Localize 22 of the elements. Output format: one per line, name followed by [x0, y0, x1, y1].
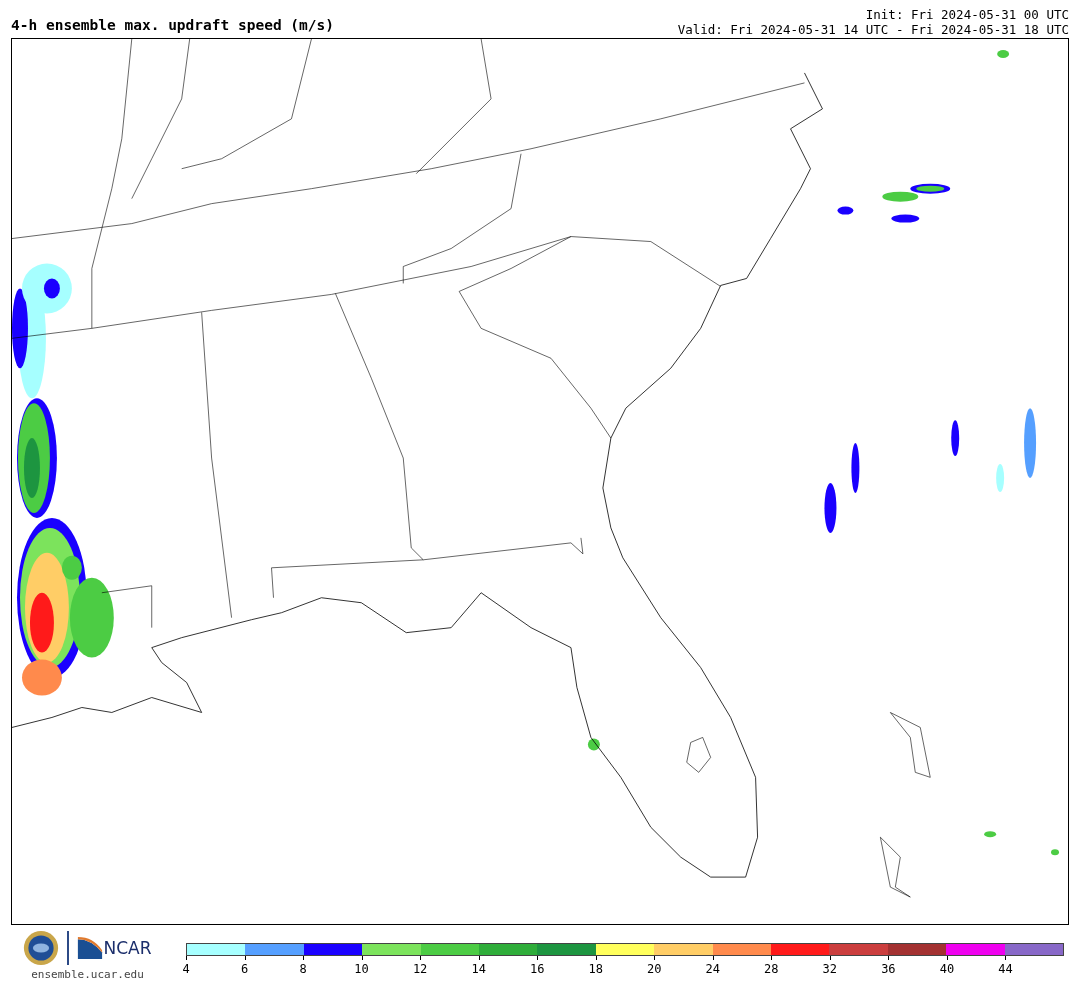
- site-url: ensemble.ucar.edu: [31, 968, 144, 981]
- tick-label: 16: [528, 962, 546, 976]
- tick-label: 40: [938, 962, 956, 976]
- init-time: Init: Fri 2024-05-31 00 UTC: [865, 7, 1069, 22]
- tick-label: 4: [181, 962, 191, 976]
- tick-label: 10: [353, 962, 370, 976]
- tick-label: 24: [704, 962, 721, 976]
- tick-label: 14: [470, 962, 487, 976]
- tick-label: 12: [411, 962, 429, 976]
- valid-time: Valid: Fri 2024-05-31 14 UTC - Fri 2024-05-31 18 UTC: [677, 22, 1069, 37]
- map-title: 4-h ensemble max. updraft speed (m/s): [11, 17, 334, 35]
- seal-icon: [23, 930, 60, 966]
- tick-label: 36: [880, 962, 897, 976]
- tick-label: 44: [997, 962, 1014, 976]
- tick-label: 28: [763, 962, 780, 976]
- tick-label: 6: [239, 962, 250, 976]
- tick-label: 18: [587, 962, 604, 976]
- logo-text: NCAR: [103, 938, 152, 958]
- tick-label: 8: [298, 962, 308, 976]
- tick-label: 20: [646, 962, 663, 976]
- ncar-logo-icon: [77, 937, 104, 959]
- tick-label: 32: [821, 962, 839, 976]
